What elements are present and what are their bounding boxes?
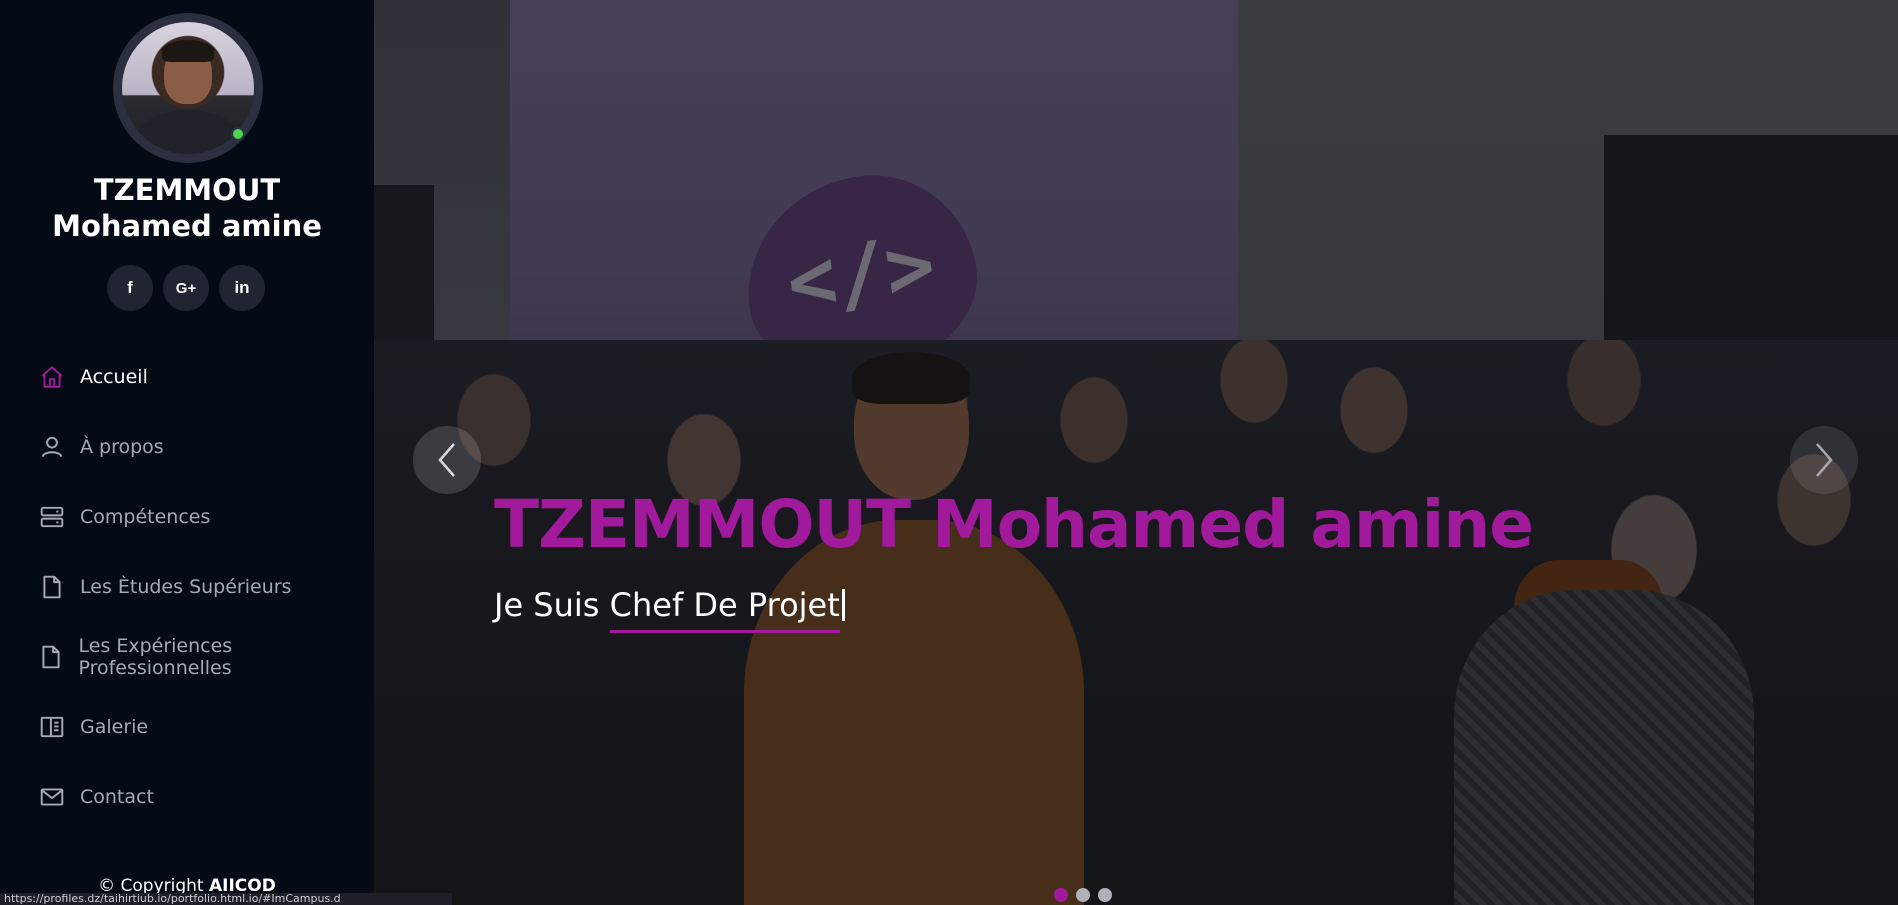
nav-item-label: Les Expériences Professionnelles <box>78 635 233 679</box>
carousel-indicator[interactable] <box>1054 888 1068 902</box>
social-links: f G+ in <box>107 265 265 311</box>
nav-item-label: Galerie <box>80 716 149 738</box>
hero-subtitle: Je Suis Chef De Projet <box>494 586 845 633</box>
carousel-indicator[interactable] <box>1098 888 1112 902</box>
home-icon <box>38 363 66 391</box>
carousel-indicators <box>1054 888 1112 902</box>
nav-item-label: Compétences <box>80 506 211 528</box>
nav-item-label: Contact <box>80 786 154 808</box>
chevron-right-icon <box>1816 443 1833 477</box>
envelope-icon <box>38 783 66 811</box>
user-icon <box>38 433 66 461</box>
typing-cursor <box>841 589 845 621</box>
nav-item-etudes[interactable]: Les Ètudes Supérieurs <box>0 552 374 622</box>
nav-item-label: Accueil <box>80 366 148 388</box>
facebook-icon[interactable]: f <box>107 265 153 311</box>
browser-status-url: https://profiles.dz/taihirtiub.io/portfo… <box>0 893 452 905</box>
nav-item-accueil[interactable]: Accueil <box>0 342 374 412</box>
hero-overlay <box>374 0 1898 905</box>
nav-item-label: À propos <box>80 436 164 458</box>
file-icon <box>38 643 64 671</box>
nav-item-a-propos[interactable]: À propos <box>0 412 374 482</box>
file-icon <box>38 573 66 601</box>
sidebar: TZEMMOUT Mohamed amine f G+ in Accueil À… <box>0 0 374 905</box>
carousel-prev-button[interactable] <box>413 426 481 494</box>
nav-item-experiences[interactable]: Les Expériences Professionnelles <box>0 622 374 692</box>
hero-title: TZEMMOUT Mohamed amine <box>494 486 1534 563</box>
nav-item-galerie[interactable]: Galerie <box>0 692 374 762</box>
nav-item-contact[interactable]: Contact <box>0 762 374 832</box>
book-icon <box>38 713 66 741</box>
avatar <box>113 13 263 163</box>
online-status-dot <box>231 127 245 141</box>
carousel-next-button[interactable] <box>1790 426 1858 494</box>
chevron-left-icon <box>438 443 455 477</box>
profile-name: TZEMMOUT Mohamed amine <box>52 173 322 243</box>
nav-item-competences[interactable]: Compétences <box>0 482 374 552</box>
nav-item-label: Les Ètudes Supérieurs <box>80 576 292 598</box>
hero-carousel: </> TZEMMOUT Mohamed amine Je Suis Chef … <box>374 0 1898 905</box>
server-icon <box>38 503 66 531</box>
hero-subtitle-prefix: Je Suis <box>494 586 610 624</box>
main-nav: Accueil À propos Compétences Les Ètudes … <box>0 342 374 832</box>
linkedin-icon[interactable]: in <box>219 265 265 311</box>
google-plus-icon[interactable]: G+ <box>163 265 209 311</box>
carousel-indicator[interactable] <box>1076 888 1090 902</box>
hero-typed-text: Chef De Projet <box>609 586 840 633</box>
